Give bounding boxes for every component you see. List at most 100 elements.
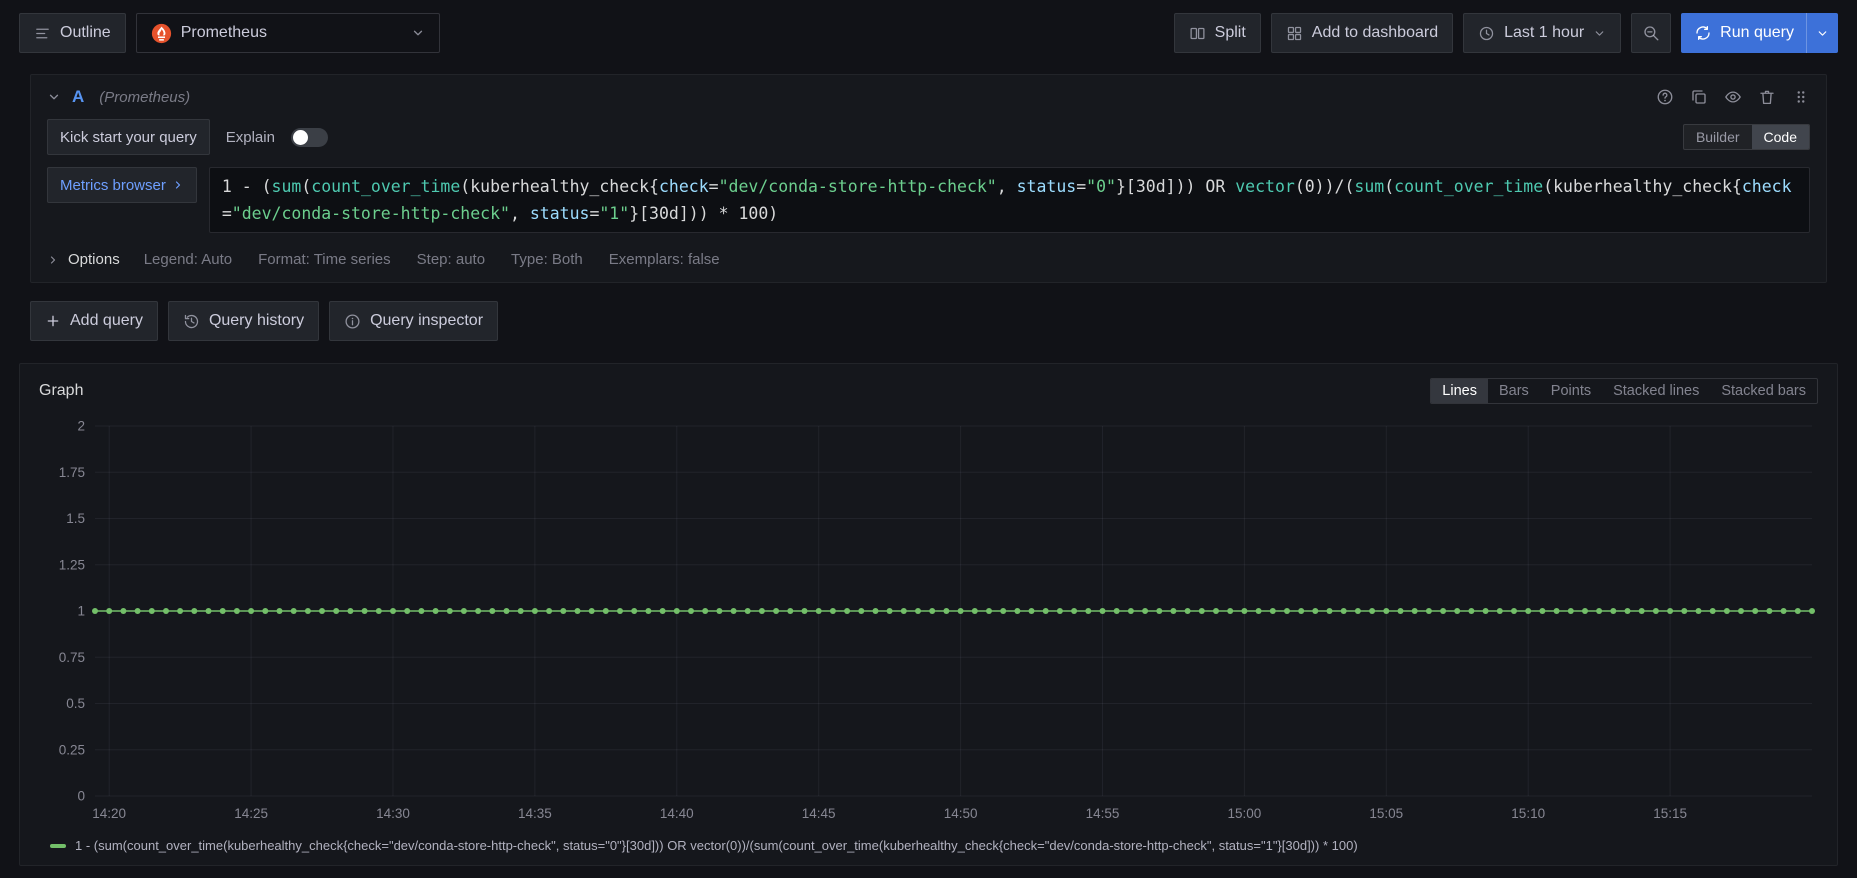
sync-icon: [1695, 25, 1711, 41]
svg-text:1.75: 1.75: [59, 465, 85, 480]
kick-start-label: Kick start your query: [60, 128, 197, 146]
query-input-row: Metrics browser 1 - (sum(count_over_time…: [31, 159, 1826, 241]
mode-toggle: Builder Code: [1682, 124, 1810, 150]
datasource-picker[interactable]: Prometheus: [135, 13, 440, 53]
svg-text:1.5: 1.5: [66, 511, 85, 526]
graph-style-lines[interactable]: Lines: [1431, 379, 1488, 403]
metrics-browser-button[interactable]: Metrics browser: [47, 167, 197, 203]
chevron-down-icon: [1593, 27, 1606, 40]
add-to-dashboard-button[interactable]: Add to dashboard: [1270, 13, 1454, 53]
chevron-right-icon: [47, 254, 59, 266]
eye-icon[interactable]: [1724, 88, 1742, 106]
run-query-label: Run query: [1720, 24, 1794, 41]
legend-item[interactable]: 1 - (sum(count_over_time(kuberhealthy_ch…: [50, 838, 1358, 853]
svg-text:15:15: 15:15: [1653, 806, 1687, 821]
add-query-label: Add query: [70, 312, 143, 329]
outline-button[interactable]: Outline: [19, 13, 126, 53]
svg-text:14:40: 14:40: [660, 806, 694, 821]
toolbar-right: Split Add to dashboard Last 1 hour Run q…: [1173, 13, 1838, 53]
collapse-chevron-icon[interactable]: [47, 90, 61, 104]
graph-style-group: Lines Bars Points Stacked lines Stacked bars: [1430, 378, 1818, 404]
query-inspector-button[interactable]: Query inspector: [329, 301, 499, 341]
svg-text:14:30: 14:30: [376, 806, 410, 821]
split-icon: [1189, 25, 1206, 42]
history-icon: [183, 313, 200, 330]
graph-style-bars[interactable]: Bars: [1488, 379, 1540, 403]
svg-text:15:00: 15:00: [1227, 806, 1261, 821]
svg-text:1.25: 1.25: [59, 557, 85, 572]
query-datasource-hint: (Prometheus): [99, 88, 191, 106]
svg-text:0: 0: [77, 789, 85, 804]
query-tools-row: Kick start your query Explain Builder Cod…: [31, 115, 1826, 159]
legend-series-marker: [50, 843, 66, 848]
mode-builder-button[interactable]: Builder: [1684, 125, 1752, 149]
svg-text:14:20: 14:20: [92, 806, 126, 821]
query-history-button[interactable]: Query history: [167, 301, 320, 341]
split-button[interactable]: Split: [1173, 13, 1261, 53]
query-header-actions: [1656, 88, 1810, 106]
svg-text:15:10: 15:10: [1511, 806, 1545, 821]
options-label: Options: [68, 251, 120, 268]
run-query-caret[interactable]: [1806, 13, 1838, 53]
drag-grip-icon[interactable]: [1792, 88, 1810, 106]
query-header: A (Prometheus): [31, 75, 1826, 115]
zoom-out-button[interactable]: [1631, 13, 1672, 53]
graph-header: Graph Lines Bars Points Stacked lines Stacke…: [20, 364, 1837, 410]
kick-start-button[interactable]: Kick start your query: [47, 119, 210, 155]
query-code-editor[interactable]: 1 - (sum(count_over_time(kuberhealthy_ch…: [208, 167, 1810, 233]
run-query-button[interactable]: Run query: [1681, 13, 1806, 53]
query-editor-card: A (Prometheus) Kick start your query Exp…: [30, 74, 1827, 283]
svg-text:14:25: 14:25: [234, 806, 268, 821]
chart: 2 1.75 1.5 1.25 1 0.75 0.5 0.25 0 14:20 14:25 14:30…: [59, 419, 1815, 821]
graph-title: Graph: [39, 382, 84, 399]
explain-toggle[interactable]: [290, 127, 328, 147]
svg-text:14:35: 14:35: [518, 806, 552, 821]
mode-code-button[interactable]: Code: [1751, 125, 1809, 149]
graph-style-stacked-bars[interactable]: Stacked bars: [1710, 379, 1817, 403]
explore-toolbar: Outline Prometheus Split Add to dashboar…: [0, 0, 1857, 66]
option-summary-item: Exemplars: false: [608, 251, 720, 268]
graph-canvas[interactable]: 2 1.75 1.5 1.25 1 0.75 0.5 0.25 0 14:20 14:25 14:30…: [20, 410, 1837, 832]
time-range-picker[interactable]: Last 1 hour: [1463, 13, 1622, 53]
query-actions: Add query Query history Query inspector: [30, 301, 1827, 341]
options-toggle[interactable]: Options: [47, 251, 120, 268]
query-code: 1 - (sum(count_over_time(kuberhealthy_ch…: [221, 177, 1792, 223]
graph-style-stacked-lines[interactable]: Stacked lines: [1602, 379, 1710, 403]
svg-text:14:45: 14:45: [802, 806, 836, 821]
legend-series-label: 1 - (sum(count_over_time(kuberhealthy_ch…: [75, 838, 1358, 853]
svg-text:15:05: 15:05: [1369, 806, 1403, 821]
outline-icon: [34, 25, 51, 42]
info-circle-icon: [344, 313, 361, 330]
plus-icon: [45, 313, 61, 329]
svg-text:0.5: 0.5: [66, 696, 85, 711]
svg-text:0.25: 0.25: [59, 742, 85, 757]
svg-text:1: 1: [77, 604, 85, 619]
options-summary: Legend: Auto Format: Time series Step: aut…: [144, 251, 720, 268]
clock-icon: [1478, 25, 1495, 42]
query-options-row: Options Legend: Auto Format: Time series S…: [31, 241, 1826, 282]
add-query-button[interactable]: Add query: [30, 301, 158, 341]
graph-panel: Graph Lines Bars Points Stacked lines Stacke…: [19, 363, 1838, 866]
svg-text:14:50: 14:50: [944, 806, 978, 821]
help-icon[interactable]: [1656, 88, 1674, 106]
legend: 1 - (sum(count_over_time(kuberhealthy_ch…: [20, 832, 1837, 865]
chevron-right-icon: [172, 179, 184, 191]
run-query-button-group: Run query: [1681, 13, 1838, 53]
query-inspector-label: Query inspector: [370, 312, 484, 329]
time-range-label: Last 1 hour: [1504, 24, 1585, 41]
zoom-out-icon: [1642, 24, 1660, 42]
query-ref-id: A: [72, 87, 85, 106]
toolbar-left: Outline Prometheus: [19, 13, 440, 53]
option-summary-item: Legend: Auto: [143, 251, 233, 268]
option-summary-item: Type: Both: [511, 251, 583, 268]
query-history-label: Query history: [208, 312, 305, 329]
datasource-name: Prometheus: [180, 24, 267, 41]
svg-text:14:55: 14:55: [1086, 806, 1120, 821]
trash-icon[interactable]: [1758, 88, 1776, 106]
outline-label: Outline: [60, 24, 111, 41]
chevron-down-icon: [1816, 27, 1829, 40]
svg-text:0.75: 0.75: [59, 650, 85, 665]
copy-icon[interactable]: [1690, 88, 1708, 106]
graph-style-points[interactable]: Points: [1540, 379, 1602, 403]
explain-label: Explain: [225, 128, 275, 146]
